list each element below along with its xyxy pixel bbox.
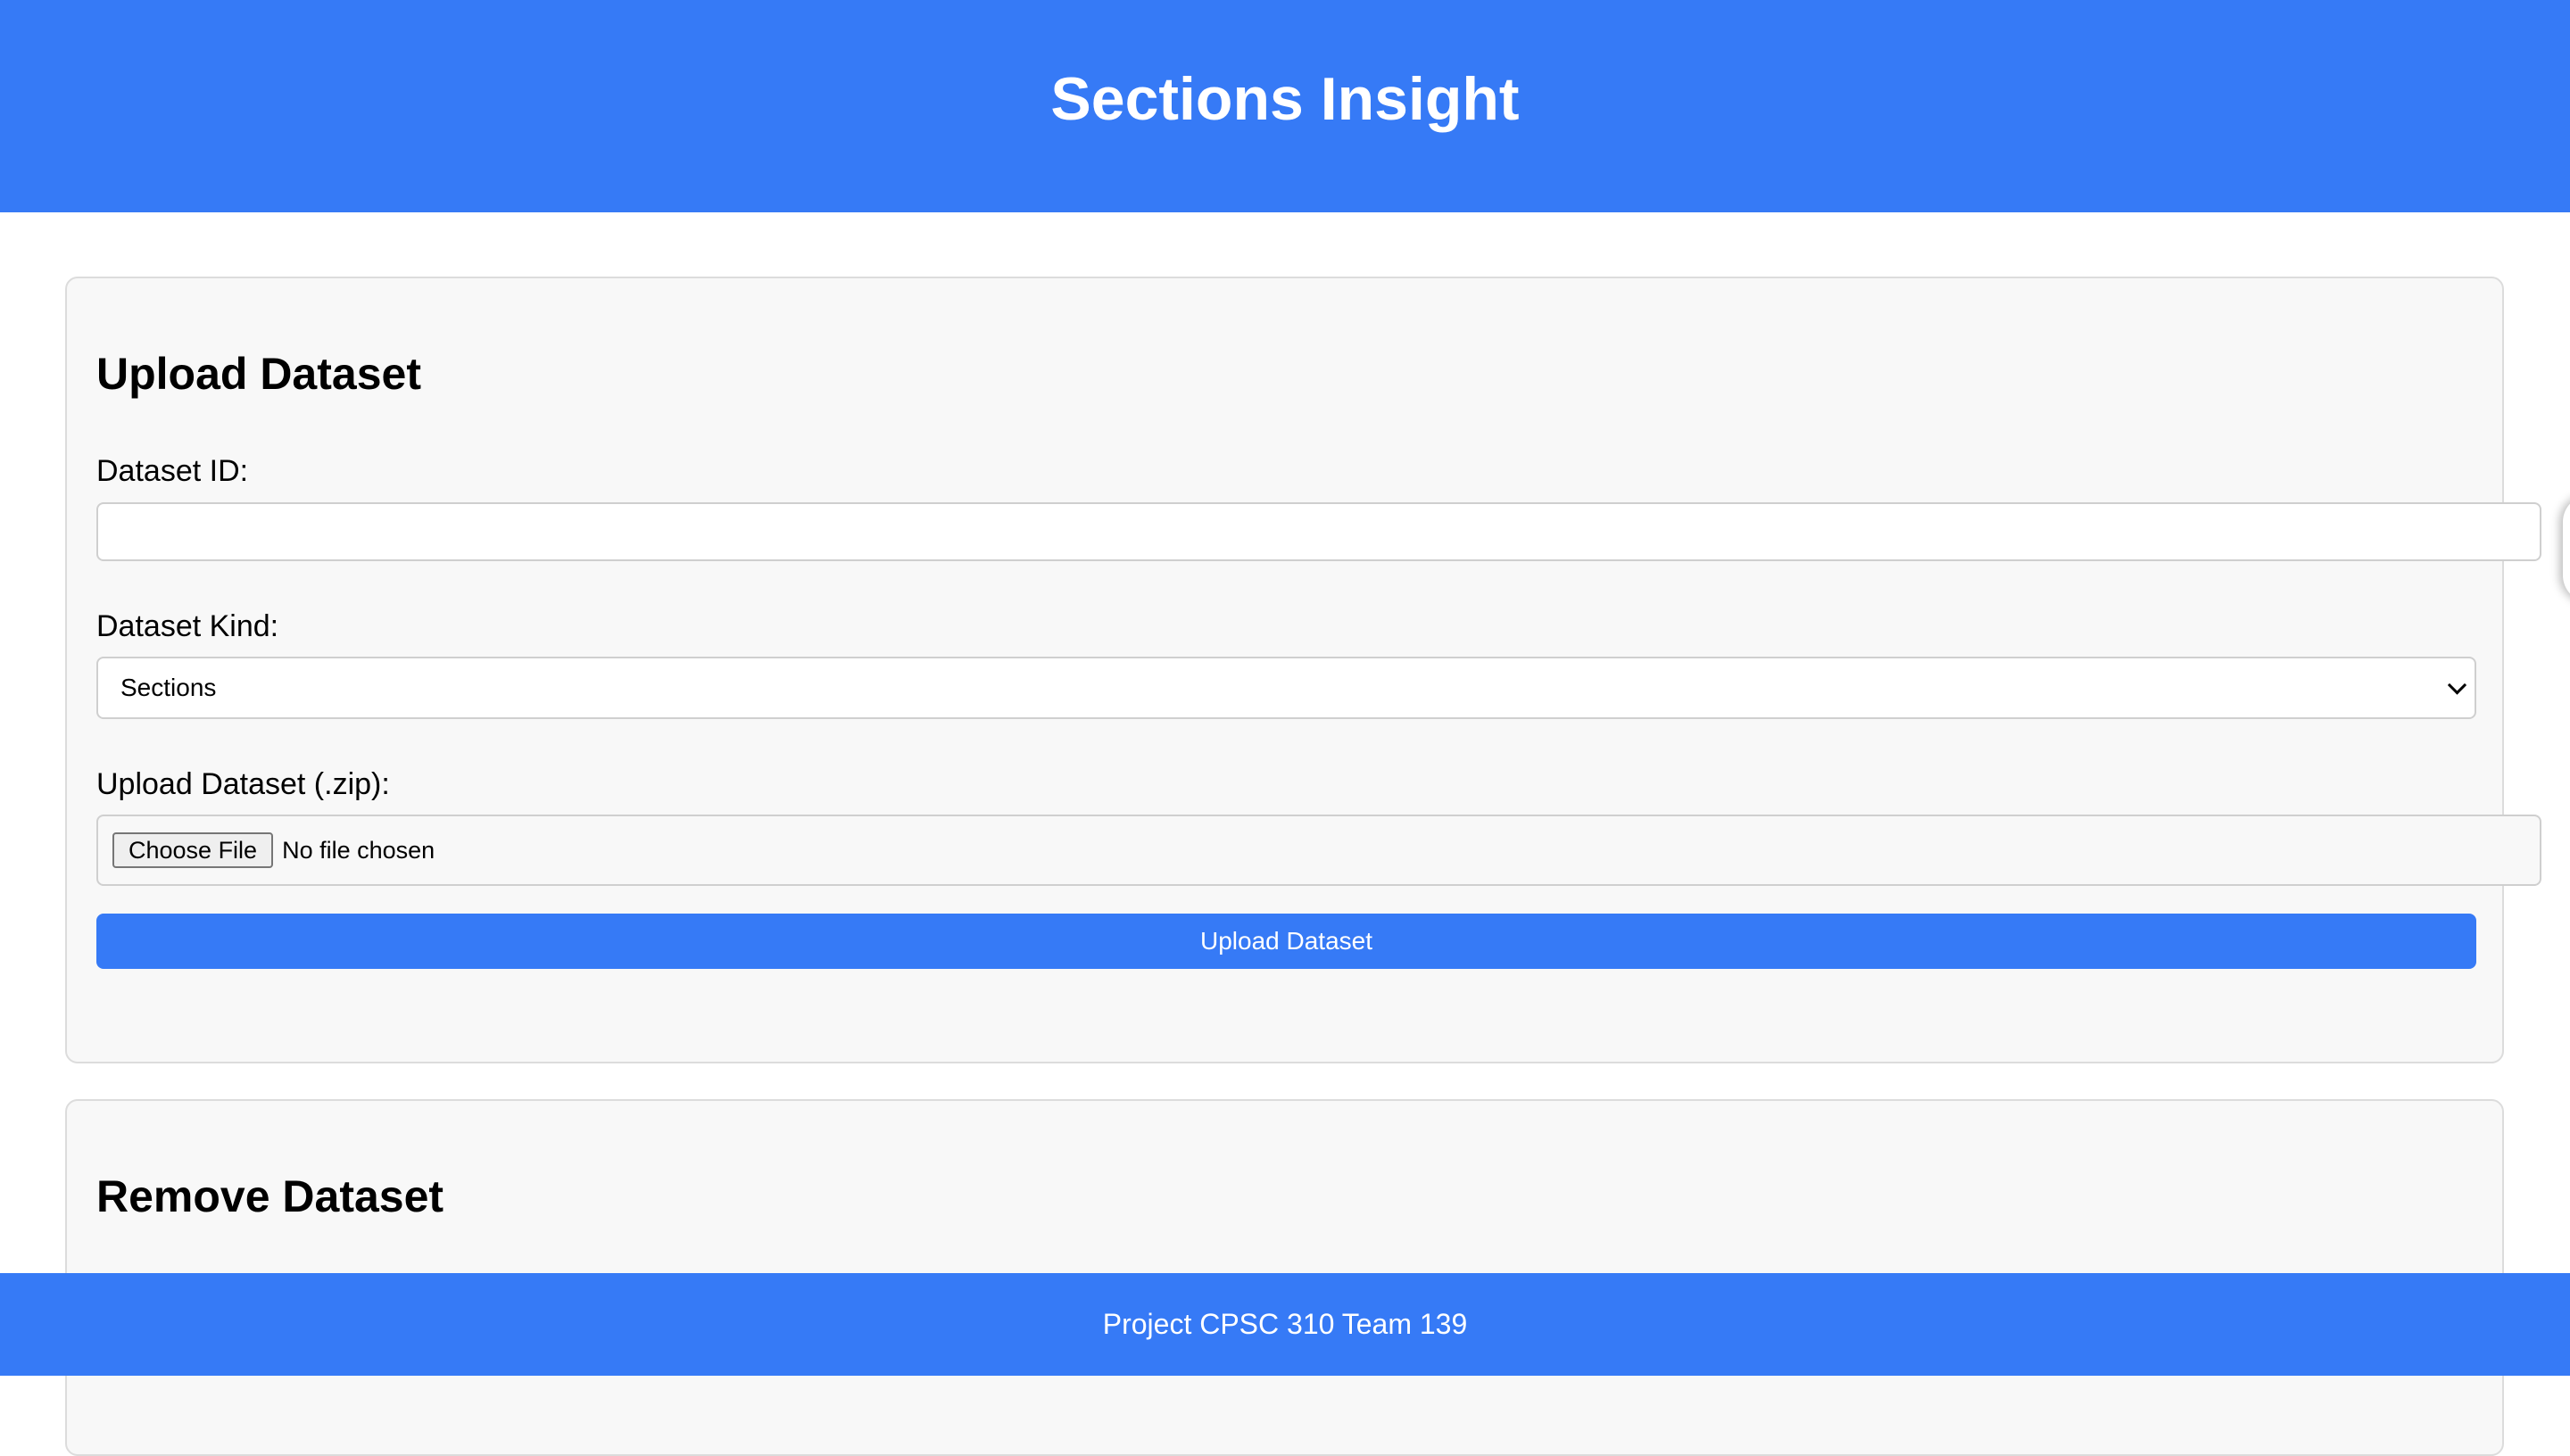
dataset-id-label: Dataset ID:	[96, 454, 249, 488]
upload-dataset-button[interactable]: Upload Dataset	[96, 914, 2476, 969]
dataset-kind-select[interactable]: Sections	[96, 657, 2476, 719]
choose-file-button[interactable]: Choose File	[112, 831, 274, 869]
page-title: Sections Insight	[1050, 65, 1520, 133]
chevron-down-icon	[2447, 675, 2467, 695]
footer-text: Project CPSC 310 Team 139	[1102, 1308, 1468, 1340]
file-input[interactable]: Choose File No file chosen	[96, 815, 2541, 886]
dataset-kind-label: Dataset Kind:	[96, 609, 279, 643]
page-header: Sections Insight	[0, 0, 2570, 212]
upload-dataset-card: Upload Dataset Dataset ID: Dataset Kind:…	[65, 277, 2541, 1063]
upload-file-label: Upload Dataset (.zip):	[96, 767, 390, 801]
file-status-text: No file chosen	[282, 836, 435, 864]
dataset-kind-selected-value: Sections	[120, 674, 217, 701]
remove-dataset-heading: Remove Dataset	[96, 1171, 444, 1221]
edge-floating-tab	[2563, 495, 2570, 602]
upload-dataset-heading: Upload Dataset	[96, 349, 421, 399]
dataset-id-input[interactable]	[96, 502, 2541, 561]
page-footer: Project CPSC 310 Team 139	[0, 1273, 2570, 1376]
